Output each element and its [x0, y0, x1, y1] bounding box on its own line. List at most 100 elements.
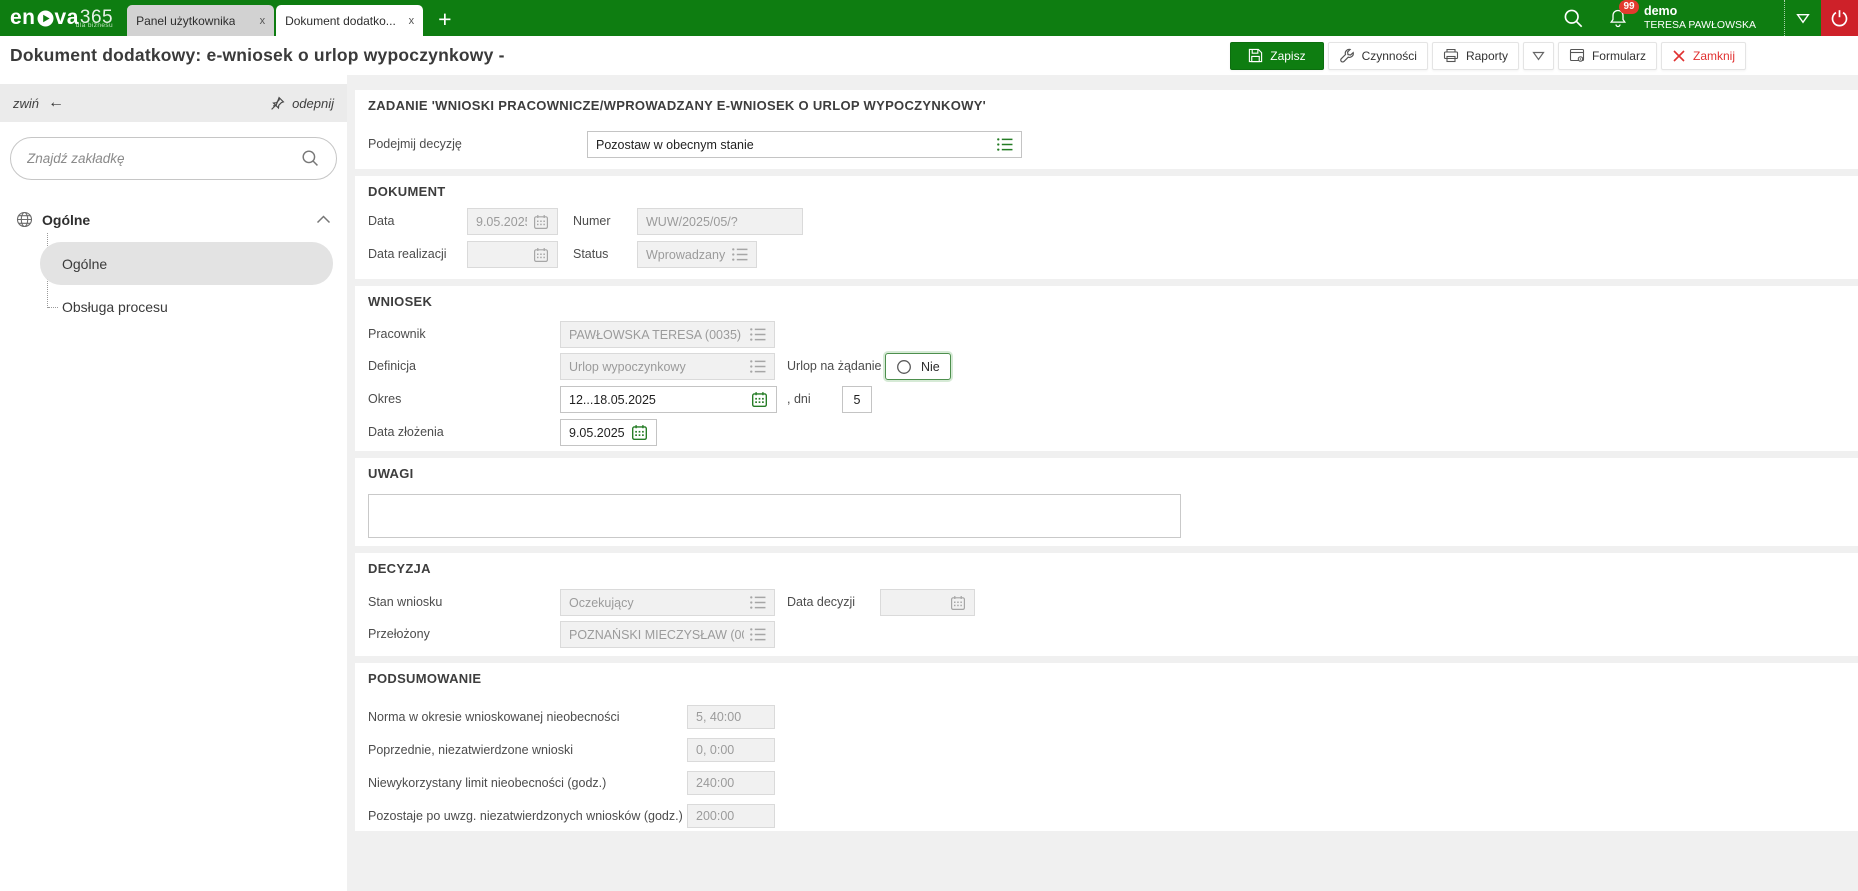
- logo-tagline: dla biznesu: [75, 22, 114, 29]
- form-button[interactable]: Formularz: [1557, 41, 1657, 70]
- tab-close-icon[interactable]: x: [401, 15, 415, 27]
- tab-dokument-dodatkowy[interactable]: Dokument dodatko... x: [276, 5, 424, 36]
- pin-icon: [271, 96, 285, 110]
- dropdown-triangle-icon: [1532, 51, 1545, 61]
- tab-panel-uzytkownika[interactable]: Panel użytkownika x: [127, 5, 275, 36]
- field-label-data-decyzji: Data decyzji: [787, 595, 856, 609]
- calendar-icon[interactable]: [751, 391, 768, 408]
- section-uwagi: UWAGI: [355, 458, 1858, 546]
- summary-label: Niewykorzystany limit nieobecności (godz…: [368, 776, 607, 790]
- section-header-podsumowanie: PODSUMOWANIE: [368, 671, 482, 686]
- section-header-zadanie: ZADANIE 'WNIOSKI PRACOWNICZE/WPROWADZANY…: [368, 98, 987, 113]
- tab-label: Dokument dodatko...: [285, 13, 396, 28]
- field-label-status: Status: [573, 247, 609, 261]
- list-icon: [750, 628, 766, 641]
- field-label-przelozony: Przełożony: [368, 627, 430, 641]
- chevron-up-icon: [316, 215, 331, 224]
- radio-circle-icon: [897, 359, 911, 374]
- status-field: Wprowadzany: [637, 241, 757, 268]
- przelozony-field: POZNAŃSKI MIECZYSŁAW (0013): [560, 621, 775, 648]
- data-zlozenia-date-field[interactable]: 9.05.2025: [560, 419, 657, 446]
- list-icon: [732, 248, 748, 261]
- tab-strip: Panel użytkownika x Dokument dodatko... …: [127, 5, 464, 36]
- field-label-pracownik: Pracownik: [368, 327, 426, 341]
- stan-wniosku-field: Oczekujący: [560, 589, 775, 616]
- main-content: ZADANIE 'WNIOSKI PRACOWNICZE/WPROWADZANY…: [355, 75, 1858, 891]
- notification-badge: 99: [1618, 0, 1640, 14]
- calendar-icon: [533, 247, 549, 263]
- tab-close-icon[interactable]: x: [252, 15, 266, 27]
- topbar-right: 99 demo TERESA PAWŁOWSKA: [1563, 0, 1858, 36]
- summary-value-field: 240:00: [687, 771, 775, 795]
- field-label-data-realizacji: Data realizacji: [368, 247, 447, 261]
- sidebar-header: zwiń ← odepnij: [0, 84, 347, 122]
- user-full-name: TERESA PAWŁOWSKA: [1643, 19, 1756, 32]
- topbar: en va 365 dla biznesu Panel użytkownika …: [0, 0, 1858, 36]
- list-icon[interactable]: [997, 138, 1013, 151]
- summary-label: Pozostaje po uwzg. niezatwierdzonych wni…: [368, 809, 683, 823]
- save-button[interactable]: Zapisz: [1230, 41, 1324, 70]
- user-menu[interactable]: demo TERESA PAWŁOWSKA: [1644, 4, 1756, 32]
- close-button[interactable]: Zamknij: [1660, 41, 1746, 70]
- user-name: demo: [1643, 4, 1678, 19]
- summary-value-field: 5, 40:00: [687, 705, 775, 729]
- enova365-logo: en va 365 dla biznesu: [0, 6, 127, 30]
- section-podsumowanie: PODSUMOWANIE Norma w okresie wnioskowane…: [355, 663, 1858, 831]
- podejmij-decyzje-select[interactable]: Pozostaw w obecnym stanie: [587, 131, 1022, 158]
- field-label-numer: Numer: [573, 214, 611, 228]
- section-decyzja: DECYZJA Stan wniosku Oczekujący Data dec…: [355, 553, 1858, 656]
- printer-icon: [1443, 48, 1458, 63]
- list-icon: [750, 360, 766, 373]
- summary-label: Norma w okresie wnioskowanej nieobecnośc…: [368, 710, 620, 724]
- tree-group-label: Ogólne: [42, 211, 91, 228]
- sidebar-item-label: Obsługa procesu: [62, 299, 168, 315]
- sidebar-item-ogolne[interactable]: Ogólne: [40, 242, 333, 285]
- section-zadanie: ZADANIE 'WNIOSKI PRACOWNICZE/WPROWADZANY…: [355, 90, 1858, 169]
- search-icon[interactable]: [1563, 8, 1584, 29]
- notifications-button[interactable]: 99: [1608, 0, 1640, 29]
- title-bar: Dokument dodatkowy: e-wniosek o urlop wy…: [0, 36, 1858, 75]
- toolbar: Zapisz Czynności Raporty Formularz Zamkn…: [1230, 41, 1746, 70]
- field-label-data-zlozenia: Data złożenia: [368, 425, 444, 439]
- tree-group-ogolne[interactable]: Ogólne: [16, 211, 331, 228]
- field-label-data: Data: [368, 214, 395, 228]
- data-decyzji-date-field: [880, 589, 975, 616]
- unpin-button[interactable]: odepnij: [270, 96, 334, 111]
- collapse-sidebar-button[interactable]: zwiń ←: [13, 94, 64, 112]
- numer-field: WUW/2025/05/?: [637, 208, 803, 235]
- section-dokument: DOKUMENT Data 9.05.2025 Numer WUW/2025/0…: [355, 176, 1858, 279]
- app-root: en va 365 dla biznesu Panel użytkownika …: [0, 0, 1858, 891]
- wrench-icon: [1339, 48, 1354, 62]
- data-realizacji-date-field: [467, 241, 558, 268]
- section-header-decyzja: DECYZJA: [368, 561, 431, 576]
- reports-button[interactable]: Raporty: [1431, 41, 1519, 70]
- new-tab-button[interactable]: +: [425, 5, 464, 36]
- okres-date-range-field[interactable]: 12...18.05.2025: [560, 386, 777, 413]
- uwagi-textarea[interactable]: [368, 494, 1181, 538]
- logout-button[interactable]: [1821, 0, 1858, 36]
- urlop-na-zadanie-toggle[interactable]: Nie: [885, 353, 951, 380]
- globe-icon: [16, 211, 33, 228]
- chevron-down-icon[interactable]: [1784, 0, 1821, 36]
- logo-text: en: [10, 6, 36, 29]
- calendar-icon[interactable]: [631, 424, 648, 441]
- field-label-urlop-na-zadanie: Urlop na żądanie: [787, 359, 882, 373]
- calendar-icon: [950, 595, 966, 611]
- form-icon: [1569, 48, 1585, 62]
- summary-value-field: 200:00: [687, 804, 775, 828]
- search-icon: [302, 150, 318, 166]
- save-icon: [1249, 48, 1263, 63]
- page-title: Dokument dodatkowy: e-wniosek o urlop wy…: [10, 45, 505, 65]
- search-input[interactable]: [27, 151, 301, 166]
- tab-label: Panel użytkownika: [136, 13, 236, 28]
- sidebar-item-obsluga-procesu[interactable]: Obsługa procesu: [40, 292, 333, 322]
- data-date-field: 9.05.2025: [467, 208, 558, 235]
- reports-dropdown-button[interactable]: [1522, 41, 1554, 70]
- actions-button[interactable]: Czynności: [1327, 41, 1428, 70]
- section-wniosek: WNIOSEK Pracownik PAWŁOWSKA TERESA (0035…: [355, 286, 1858, 451]
- left-arrow-icon: ←: [48, 94, 65, 111]
- dni-input[interactable]: 5: [842, 386, 872, 413]
- field-label-dni: , dni: [787, 392, 811, 406]
- sidebar-item-label: Ogólne: [62, 255, 108, 272]
- bookmark-search-box: [10, 137, 337, 180]
